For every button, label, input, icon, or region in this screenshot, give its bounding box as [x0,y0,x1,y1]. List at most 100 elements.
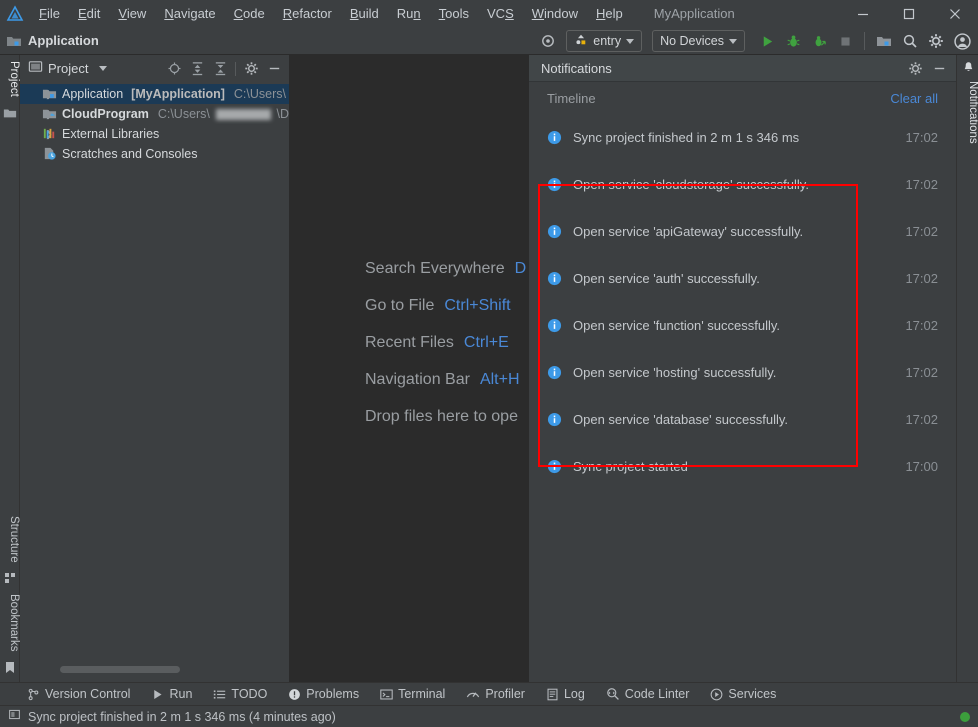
editor-hint-shortcut: D [514,259,527,277]
notification-item[interactable]: Open service 'function' successfully. 17:… [529,302,956,349]
notification-time: 17:02 [905,365,938,380]
bottom-tab-todo[interactable]: TODO [204,683,276,706]
branch-icon [27,688,40,701]
run-config-label: entry [593,34,622,48]
timeline-row: Timeline Clear all [529,82,956,114]
bottom-tab-label: Log [563,687,585,701]
project-horizontal-scrollbar[interactable] [20,665,290,674]
bell-icon[interactable] [957,57,978,77]
editor-hint-label: Search Everywhere [365,259,505,277]
device-select[interactable]: No Devices [652,30,745,52]
ide-logo-icon [0,0,30,27]
folder-icon[interactable] [0,103,20,123]
tree-node-module-name: [MyApplication] [131,87,225,101]
sidebar-item-structure[interactable]: Structure [0,510,20,569]
notification-item[interactable]: Sync project started 17:00 [529,443,956,490]
notification-text: Open service 'database' successfully. [573,412,788,427]
tree-node-application[interactable]: ❯Application[MyApplication]C:\Users\ [20,84,289,104]
notification-item[interactable]: Open service 'hosting' successfully. 17:0… [529,349,956,396]
editor-hint-label: Go to File [365,296,435,314]
todo-list-icon [213,688,226,701]
menu-item-code[interactable]: Code [225,0,274,27]
tree-node-path: C:\Users\ [233,87,286,101]
device-select-label: No Devices [660,34,724,48]
notification-text: Sync project started [573,459,688,474]
menu-item-vcs[interactable]: VCS [478,0,523,27]
services-icon [710,688,723,701]
expand-all-icon[interactable] [186,58,208,80]
bottom-tab-services[interactable]: Services [701,683,785,706]
menu-item-build[interactable]: Build [341,0,388,27]
notification-item[interactable]: Open service 'cloudstorage' successfully… [529,161,956,208]
bottom-tab-version-control[interactable]: Version Control [18,683,139,706]
menu-item-run[interactable]: Run [388,0,430,27]
notifications-title: Notifications [541,60,612,76]
info-icon [547,459,563,475]
debug-bug-icon[interactable] [781,29,805,53]
bookmark-icon[interactable] [0,658,20,678]
sidebar-item-bookmarks[interactable]: Bookmarks [0,588,20,658]
window-minimize-icon[interactable] [840,0,886,27]
editor-hint-label: Recent Files [365,333,454,351]
project-structure-icon[interactable] [872,29,896,53]
attach-debugger-icon[interactable] [807,29,831,53]
chevron-down-icon [626,38,635,44]
bottom-tab-code-linter[interactable]: Code Linter [597,683,699,706]
menu-item-window[interactable]: Window [523,0,587,27]
stop-square-icon[interactable] [833,29,857,53]
project-view-icon [28,59,43,79]
notification-item[interactable]: Sync project finished in 2 m 1 s 346 ms 1… [529,114,956,161]
sidebar-item-project[interactable]: Project [0,55,20,103]
gear-icon[interactable] [240,58,262,80]
tree-node-scratches-and-consoles[interactable]: Scratches and Consoles [20,144,289,164]
search-icon[interactable] [898,29,922,53]
bottom-tab-problems[interactable]: Problems [279,683,368,706]
hide-icon[interactable] [263,58,285,80]
editor-hint: Recent Files Ctrl+E [365,324,528,361]
bottom-tab-run[interactable]: Run [142,683,201,706]
notification-item[interactable]: Open service 'database' successfully. 17:… [529,396,956,443]
menu-item-navigate[interactable]: Navigate [155,0,224,27]
info-icon [547,412,563,428]
menu-item-file[interactable]: File [30,0,69,27]
bottom-tab-terminal[interactable]: Terminal [371,683,454,706]
window-maximize-icon[interactable] [886,0,932,27]
profiler-gauge-icon [466,687,480,701]
bottom-tab-profiler[interactable]: Profiler [457,683,534,706]
notification-time: 17:02 [905,224,938,239]
gear-icon[interactable] [904,57,926,79]
info-icon [547,224,563,240]
menu-item-edit[interactable]: Edit [69,0,109,27]
menu-item-help[interactable]: Help [587,0,632,27]
editor-hint-label: Drop files here to ope [365,407,518,425]
select-opened-file-icon[interactable] [163,58,185,80]
menu-item-refactor[interactable]: Refactor [274,0,341,27]
redacted-path-block [215,108,271,120]
chevron-down-icon[interactable] [99,66,108,71]
status-indicator-dot[interactable] [960,711,970,722]
gear-icon[interactable] [924,29,948,53]
notification-item[interactable]: Open service 'auth' successfully. 17:02 [529,255,956,302]
menu-item-view[interactable]: View [109,0,155,27]
right-tab-notifications[interactable]: Notifications [957,77,978,144]
project-tree: ❯Application[MyApplication]C:\Users\❯Clo… [20,82,289,164]
clear-all-button[interactable]: Clear all [890,91,938,106]
project-panel-header: Project [20,55,289,82]
window-close-icon[interactable] [932,0,978,27]
scrollbar-thumb[interactable] [60,666,180,673]
account-avatar-icon[interactable] [950,29,974,53]
tree-node-cloudprogram[interactable]: ❯CloudProgramC:\Users\\D [20,104,289,124]
notification-text: Open service 'function' successfully. [573,318,781,333]
toolbar-divider [864,32,865,50]
hide-icon[interactable] [928,57,950,79]
bottom-tab-log[interactable]: Log [537,683,594,706]
collapse-all-icon[interactable] [209,58,231,80]
run-configuration-select[interactable]: entry [566,30,643,52]
tree-node-external-libraries[interactable]: ❯ External Libraries [20,124,289,144]
device-target-icon[interactable] [536,29,560,53]
notifications-body: Timeline Clear all Sync project finished… [529,82,956,682]
structure-icon[interactable] [0,568,20,588]
notification-item[interactable]: Open service 'apiGateway' successfully. 1… [529,208,956,255]
run-play-icon[interactable] [755,29,779,53]
menu-item-tools[interactable]: Tools [430,0,478,27]
